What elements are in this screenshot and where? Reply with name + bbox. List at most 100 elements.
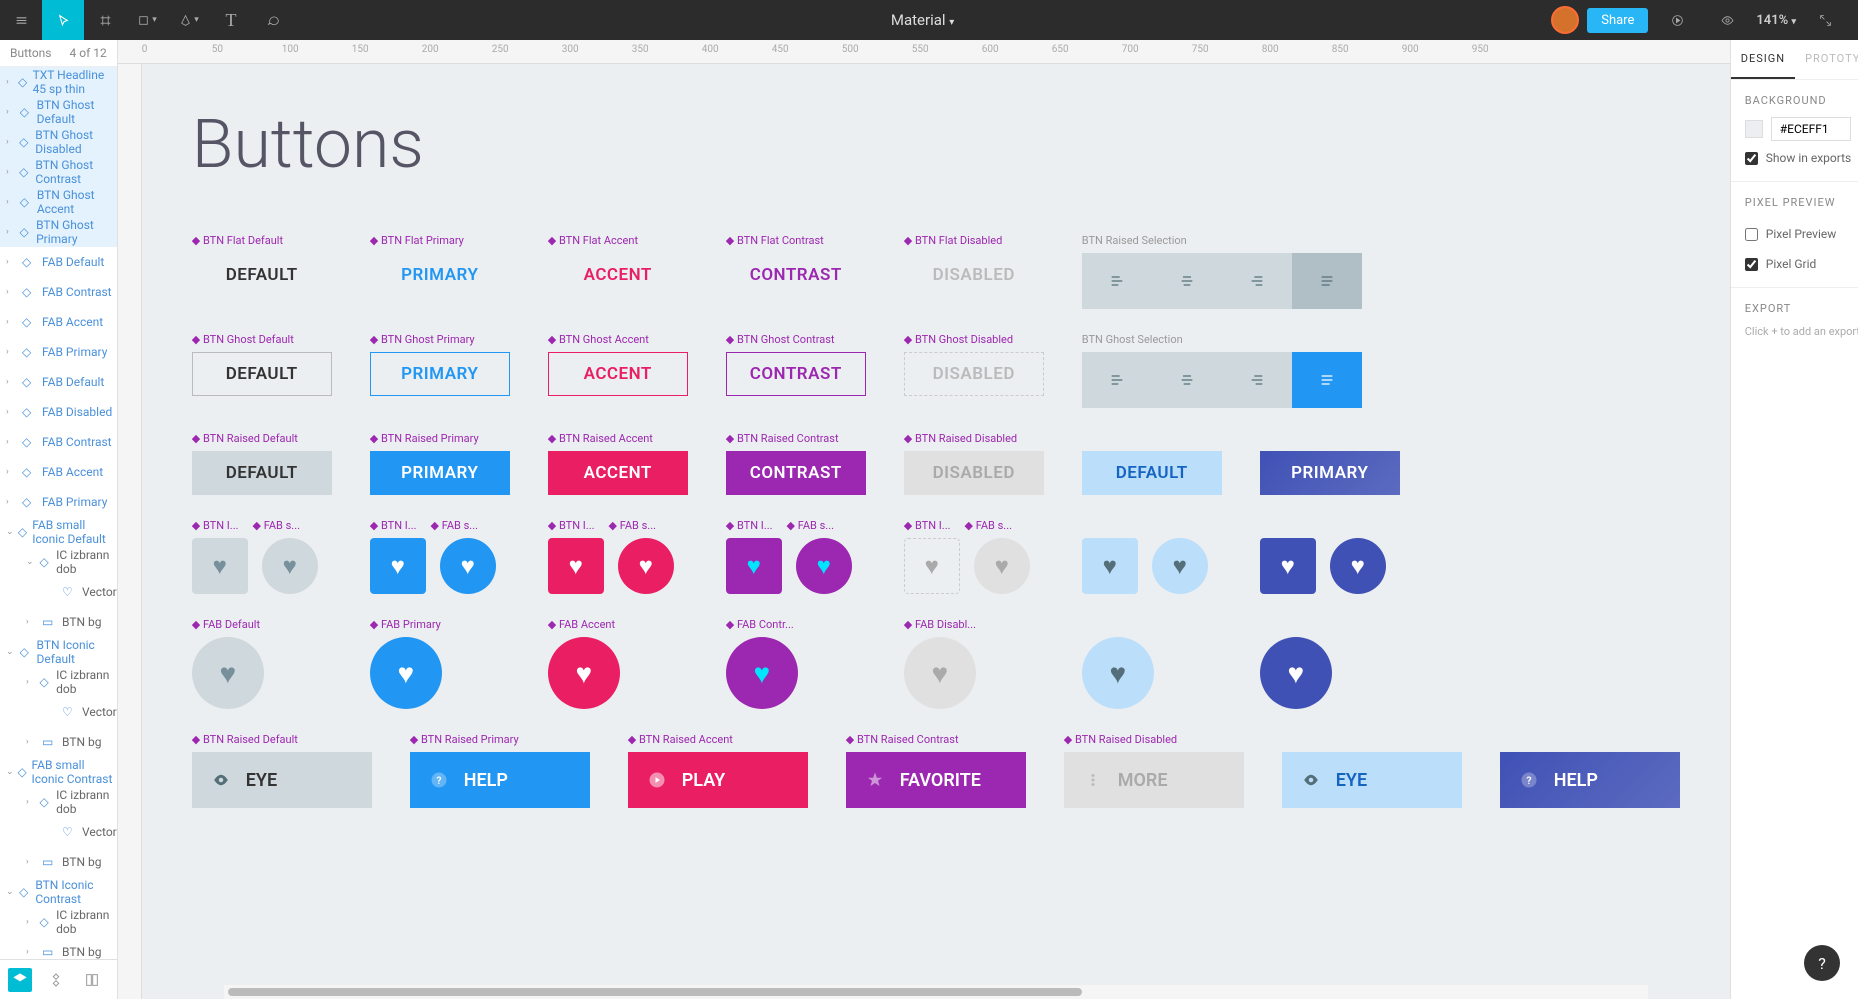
fab-small[interactable]: ♥ (974, 538, 1030, 594)
fab-small[interactable]: ♥ (1152, 538, 1208, 594)
icon-button[interactable]: ♥ (1260, 538, 1316, 594)
layer-item[interactable]: ›▭BTN bg (0, 727, 117, 757)
layer-item[interactable]: ›◇FAB Accent (0, 457, 117, 487)
layer-item[interactable]: ›◇BTN Ghost Primary (0, 217, 117, 247)
layer-item[interactable]: ›▭BTN bg (0, 937, 117, 959)
icon-button[interactable]: ♥ (1082, 538, 1138, 594)
layer-item[interactable]: ›◇TXT Headline 45 sp thin (0, 67, 117, 97)
layer-item[interactable]: ›◇BTN Ghost Accent (0, 187, 117, 217)
btn-raised-accent[interactable]: ACCENT (548, 451, 688, 495)
fab-disabled[interactable]: ♥ (904, 637, 976, 709)
view-button[interactable] (1706, 0, 1748, 40)
shape-tool[interactable]: ▾ (126, 0, 168, 40)
btn-flat-primary[interactable]: PRIMARY (370, 253, 510, 297)
btn-action[interactable]: ?HELP (410, 752, 590, 808)
layer-item[interactable]: ›◇IC izbrann dob (0, 667, 117, 697)
layer-item[interactable]: ›◇BTN Ghost Contrast (0, 157, 117, 187)
fab-small[interactable]: ♥ (796, 538, 852, 594)
layers-tab-icon[interactable] (8, 968, 32, 992)
layer-item[interactable]: ⌄◇BTN Iconic Contrast (0, 877, 117, 907)
icon-button[interactable]: ♥ (726, 538, 782, 594)
btn-action[interactable]: ?HELP (1500, 752, 1680, 808)
btn-flat-default[interactable]: DEFAULT (192, 253, 332, 297)
segmented-control[interactable] (1082, 253, 1362, 309)
layer-item[interactable]: ›▭BTN bg (0, 847, 117, 877)
present-button[interactable] (1656, 0, 1698, 40)
align-center-icon[interactable] (1152, 253, 1222, 309)
btn-raised-alt[interactable]: DEFAULT (1082, 451, 1222, 495)
align-right-icon[interactable] (1222, 253, 1292, 309)
btn-ghost-primary[interactable]: PRIMARY (370, 352, 510, 396)
comment-tool[interactable] (252, 0, 294, 40)
layer-item[interactable]: ›▭BTN bg (0, 607, 117, 637)
btn-flat-contrast[interactable]: CONTRAST (726, 253, 866, 297)
btn-raised-default[interactable]: DEFAULT (192, 451, 332, 495)
btn-flat-accent[interactable]: ACCENT (548, 253, 688, 297)
layer-list[interactable]: ›◇TXT Headline 45 sp thin›◇BTN Ghost Def… (0, 67, 117, 959)
btn-action[interactable]: MORE (1064, 752, 1244, 808)
pixel-preview-checkbox[interactable]: Pixel Preview (1745, 227, 1837, 241)
layer-item[interactable]: ♡Vector (0, 697, 117, 727)
btn-ghost-default[interactable]: DEFAULT (192, 352, 332, 396)
btn-raised-primary[interactable]: PRIMARY (370, 451, 510, 495)
btn-flat-disabled[interactable]: DISABLED (904, 253, 1044, 297)
user-avatar[interactable] (1551, 6, 1579, 34)
layer-item[interactable]: ›◇FAB Primary (0, 487, 117, 517)
help-fab[interactable]: ? (1804, 945, 1840, 981)
share-button[interactable]: Share (1587, 8, 1648, 33)
btn-ghost-accent[interactable]: ACCENT (548, 352, 688, 396)
library-tab-icon[interactable] (80, 968, 104, 992)
color-input[interactable] (1771, 117, 1851, 141)
align-left-icon[interactable] (1082, 253, 1152, 309)
layer-item[interactable]: ›◇FAB Accent (0, 307, 117, 337)
fab-contrast[interactable]: ♥ (726, 637, 798, 709)
color-swatch[interactable] (1745, 120, 1763, 138)
align-justify-icon[interactable] (1292, 253, 1362, 309)
layer-item[interactable]: ♡Vector (0, 577, 117, 607)
icon-button[interactable]: ♥ (904, 538, 960, 594)
move-tool[interactable] (42, 0, 84, 40)
layer-item[interactable]: ›◇FAB Contrast (0, 277, 117, 307)
zoom-level[interactable]: 141% ▾ (1756, 13, 1796, 28)
align-justify-icon[interactable] (1292, 352, 1362, 408)
btn-ghost-disabled[interactable]: DISABLED (904, 352, 1044, 396)
layer-item[interactable]: ›◇FAB Contrast (0, 427, 117, 457)
layer-item[interactable]: ›◇FAB Primary (0, 337, 117, 367)
page-name[interactable]: Buttons (10, 46, 52, 60)
fab-alt[interactable]: ♥ (1260, 637, 1332, 709)
btn-action[interactable]: EYE (1282, 752, 1462, 808)
btn-raised-contrast[interactable]: CONTRAST (726, 451, 866, 495)
layer-item[interactable]: ›◇BTN Ghost Default (0, 97, 117, 127)
btn-raised-disabled[interactable]: DISABLED (904, 451, 1044, 495)
frame-tool[interactable] (84, 0, 126, 40)
layer-item[interactable]: ›◇IC izbrann dob (0, 787, 117, 817)
btn-ghost-contrast[interactable]: CONTRAST (726, 352, 866, 396)
layer-item[interactable]: ›◇FAB Disabled (0, 397, 117, 427)
align-left-icon[interactable] (1082, 352, 1152, 408)
btn-action[interactable]: FAVORITE (846, 752, 1026, 808)
segmented-control[interactable] (1082, 352, 1362, 408)
fab-small[interactable]: ♥ (262, 538, 318, 594)
pen-tool[interactable]: ▾ (168, 0, 210, 40)
layer-item[interactable]: ›◇FAB Default (0, 247, 117, 277)
btn-action[interactable]: PLAY (628, 752, 808, 808)
tab-design[interactable]: DESIGN (1731, 40, 1795, 79)
menu-button[interactable] (0, 0, 42, 40)
pixel-grid-checkbox[interactable]: Pixel Grid (1745, 257, 1858, 271)
fab-default[interactable]: ♥ (192, 637, 264, 709)
icon-button[interactable]: ♥ (370, 538, 426, 594)
icon-button[interactable]: ♥ (192, 538, 248, 594)
layer-item[interactable]: ♡Vector (0, 817, 117, 847)
layer-item[interactable]: ⌄◇FAB small Iconic Contrast (0, 757, 117, 787)
document-title[interactable]: Material ▾ (294, 11, 1551, 29)
layer-item[interactable]: ›◇IC izbrann dob (0, 907, 117, 937)
layer-item[interactable]: ⌄◇FAB small Iconic Default (0, 517, 117, 547)
show-in-exports-checkbox[interactable]: Show in exports (1745, 151, 1858, 165)
tab-prototype[interactable]: PROTOTYPE (1795, 40, 1858, 79)
layer-item[interactable]: ⌄◇IC izbrann dob (0, 547, 117, 577)
fab-alt[interactable]: ♥ (1082, 637, 1154, 709)
align-center-icon[interactable] (1152, 352, 1222, 408)
fab-accent[interactable]: ♥ (548, 637, 620, 709)
layer-item[interactable]: ›◇FAB Default (0, 367, 117, 397)
fab-small[interactable]: ♥ (440, 538, 496, 594)
